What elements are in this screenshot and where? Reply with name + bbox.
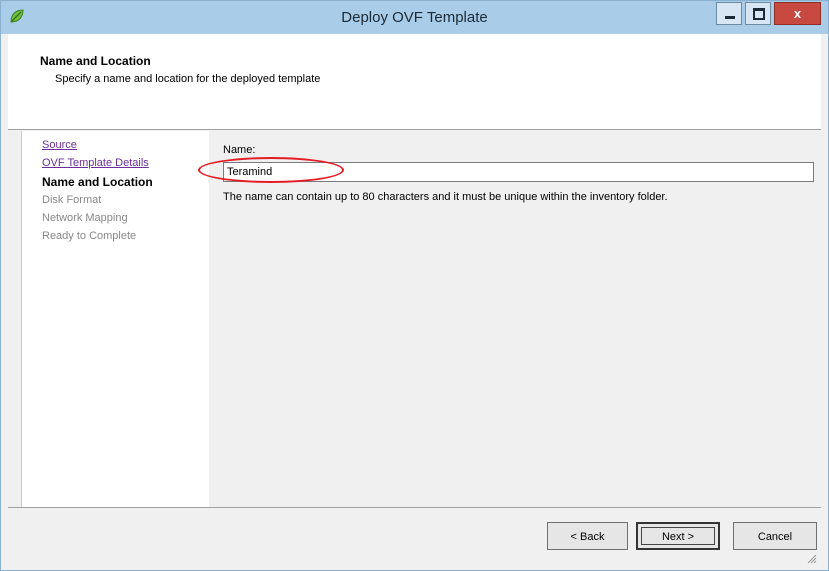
cancel-button[interactable]: Cancel bbox=[733, 522, 817, 550]
close-icon: x bbox=[793, 6, 802, 21]
name-hint: The name can contain up to 80 characters… bbox=[223, 191, 668, 203]
name-label: Name: bbox=[223, 144, 256, 156]
window-title: Deploy OVF Template bbox=[341, 9, 488, 26]
wizard-header: Name and Location Specify a name and loc… bbox=[8, 34, 821, 130]
wizard-steps: Source OVF Template Details Name and Loc… bbox=[21, 131, 210, 508]
back-button[interactable]: < Back bbox=[547, 522, 628, 550]
step-network-mapping: Network Mapping bbox=[42, 212, 128, 224]
close-button[interactable]: x bbox=[774, 2, 821, 25]
deploy-ovf-window: Deploy OVF Template x Name and Location … bbox=[0, 0, 829, 571]
next-button[interactable]: Next > bbox=[636, 522, 720, 550]
step-source-link[interactable]: Source bbox=[42, 139, 77, 151]
step-ready-to-complete: Ready to Complete bbox=[42, 230, 137, 242]
title-bar[interactable]: Deploy OVF Template x bbox=[1, 1, 828, 34]
maximize-button[interactable] bbox=[745, 2, 771, 25]
step-ovf-details-link[interactable]: OVF Template Details bbox=[42, 157, 149, 169]
minimize-button[interactable] bbox=[716, 2, 742, 25]
page-title: Name and Location bbox=[40, 54, 151, 68]
wizard-footer: < Back Next > Cancel bbox=[8, 507, 821, 568]
next-focus-ring bbox=[641, 527, 715, 545]
step-name-location: Name and Location bbox=[42, 175, 153, 189]
resize-grip-icon[interactable] bbox=[807, 554, 817, 564]
highlight-ellipse bbox=[198, 157, 344, 183]
step-disk-format: Disk Format bbox=[42, 194, 102, 206]
wizard-content: Name: The name can contain up to 80 char… bbox=[209, 131, 821, 507]
page-subtitle: Specify a name and location for the depl… bbox=[55, 73, 321, 85]
